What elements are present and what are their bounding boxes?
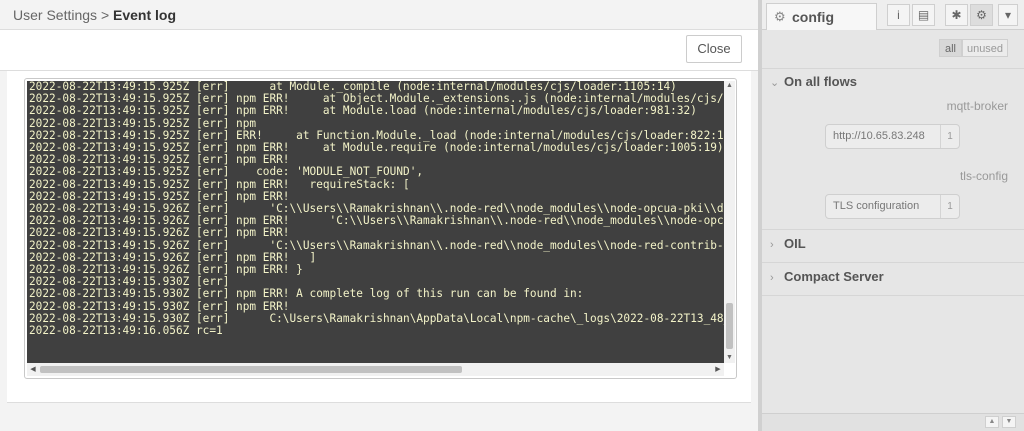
breadcrumb-parent[interactable]: User Settings: [13, 7, 97, 23]
dialog-margin-left: [0, 71, 7, 431]
tab-config[interactable]: ⚙ config: [766, 3, 877, 30]
section-divider: [762, 262, 1024, 263]
section-oil[interactable]: › OIL: [770, 236, 806, 251]
section-divider: [762, 229, 1024, 230]
dropdown-button[interactable]: ▾: [998, 4, 1018, 26]
breadcrumb-current: Event log: [113, 7, 177, 23]
chevron-right-icon: ›: [770, 272, 774, 284]
sidebar-tab-bar: ⚙ config i ▤ ✱ ⚙ ▾: [762, 0, 1024, 30]
scroll-right-icon[interactable]: ▶: [712, 363, 724, 376]
section-title: OIL: [784, 236, 806, 251]
collapse-all-icon[interactable]: ▲: [985, 416, 999, 428]
filter-all-button[interactable]: all: [939, 39, 962, 57]
help-button[interactable]: ▤: [912, 4, 935, 26]
config-node-count: 1: [940, 195, 959, 218]
config-node-name: http://10.65.83.248: [833, 130, 925, 142]
info-button[interactable]: i: [887, 4, 910, 26]
log-line: 2022-08-22T13:49:15.925Z [err] npm ERR! …: [29, 104, 697, 118]
horizontal-scroll-thumb[interactable]: [40, 366, 462, 373]
section-title: Compact Server: [784, 269, 884, 284]
log-line: 2022-08-22T13:49:15.925Z [err] npm ERR! …: [29, 177, 410, 191]
event-log-dialog: User Settings > Event log Close 2022-08-…: [0, 0, 758, 431]
section-title: On all flows: [784, 74, 857, 89]
chevron-down-icon: ⌄: [770, 77, 780, 89]
log-line: 2022-08-22T13:49:15.930Z [err] npm ERR! …: [29, 287, 584, 301]
section-compact-server[interactable]: › Compact Server: [770, 269, 884, 284]
close-button[interactable]: Close: [686, 35, 742, 63]
chevron-down-icon: ▾: [1004, 8, 1012, 22]
horizontal-scrollbar[interactable]: ◀ ▶: [27, 363, 724, 376]
filter-unused-button[interactable]: unused: [962, 39, 1008, 57]
node-type-label: tls-config: [959, 169, 1008, 183]
node-type-label: mqtt-broker: [946, 99, 1008, 113]
vertical-scrollbar[interactable]: ▲ ▼: [724, 81, 735, 363]
config-node-count: 1: [940, 125, 959, 148]
log-line: 2022-08-22T13:49:15.926Z [err] npm ERR!: [29, 226, 290, 240]
section-divider: [762, 295, 1024, 296]
dialog-footer: [7, 402, 751, 431]
config-button[interactable]: ⚙: [970, 4, 993, 26]
config-node-tls[interactable]: TLS configuration 1: [825, 194, 960, 219]
expand-all-icon[interactable]: ▼: [1002, 416, 1016, 428]
dialog-toolbar: Close: [0, 30, 758, 71]
event-log-text[interactable]: 2022-08-22T13:49:15.925Z [err] at Module…: [27, 81, 724, 363]
book-icon: ▤: [917, 8, 930, 22]
tab-config-label: config: [792, 9, 834, 25]
debug-button[interactable]: ✱: [945, 4, 968, 26]
vertical-scroll-thumb[interactable]: [726, 303, 733, 349]
breadcrumb: User Settings > Event log: [13, 7, 176, 23]
log-line: 2022-08-22T13:49:15.926Z [err] 'C:\\User…: [29, 238, 724, 252]
gear-icon: ⚙: [976, 8, 987, 22]
breadcrumb-separator: >: [100, 7, 110, 23]
section-divider: [762, 68, 1024, 69]
event-log-panel: 2022-08-22T13:49:15.925Z [err] at Module…: [24, 78, 737, 379]
sidebar-filter-bar: all unused: [762, 30, 1024, 64]
section-on-all-flows[interactable]: ⌄ On all flows: [770, 74, 857, 89]
bug-icon: ✱: [951, 8, 962, 22]
log-line: 2022-08-22T13:49:16.056Z rc=1: [29, 324, 223, 338]
dialog-margin-right: [751, 71, 758, 431]
gear-icon: ⚙: [774, 9, 786, 24]
log-line: 2022-08-22T13:49:15.925Z [err] npm: [29, 116, 257, 130]
sidebar-splitter[interactable]: [758, 0, 762, 431]
config-node-name: TLS configuration: [833, 200, 920, 212]
scroll-up-icon[interactable]: ▲: [724, 81, 735, 91]
scroll-left-icon[interactable]: ◀: [27, 363, 39, 376]
info-icon: i: [897, 8, 900, 22]
dialog-header: User Settings > Event log: [0, 0, 758, 30]
config-node-mqtt-broker[interactable]: http://10.65.83.248 1: [825, 124, 960, 149]
sidebar-bottom-bar: ▲ ▼: [762, 413, 1024, 431]
chevron-right-icon: ›: [770, 239, 774, 251]
config-sidebar: ⚙ config i ▤ ✱ ⚙ ▾ all unused ⌄ On all fl…: [758, 0, 1024, 431]
scroll-down-icon[interactable]: ▼: [724, 353, 735, 363]
log-line: 2022-08-22T13:49:15.925Z [err] code: 'MO…: [29, 165, 424, 179]
